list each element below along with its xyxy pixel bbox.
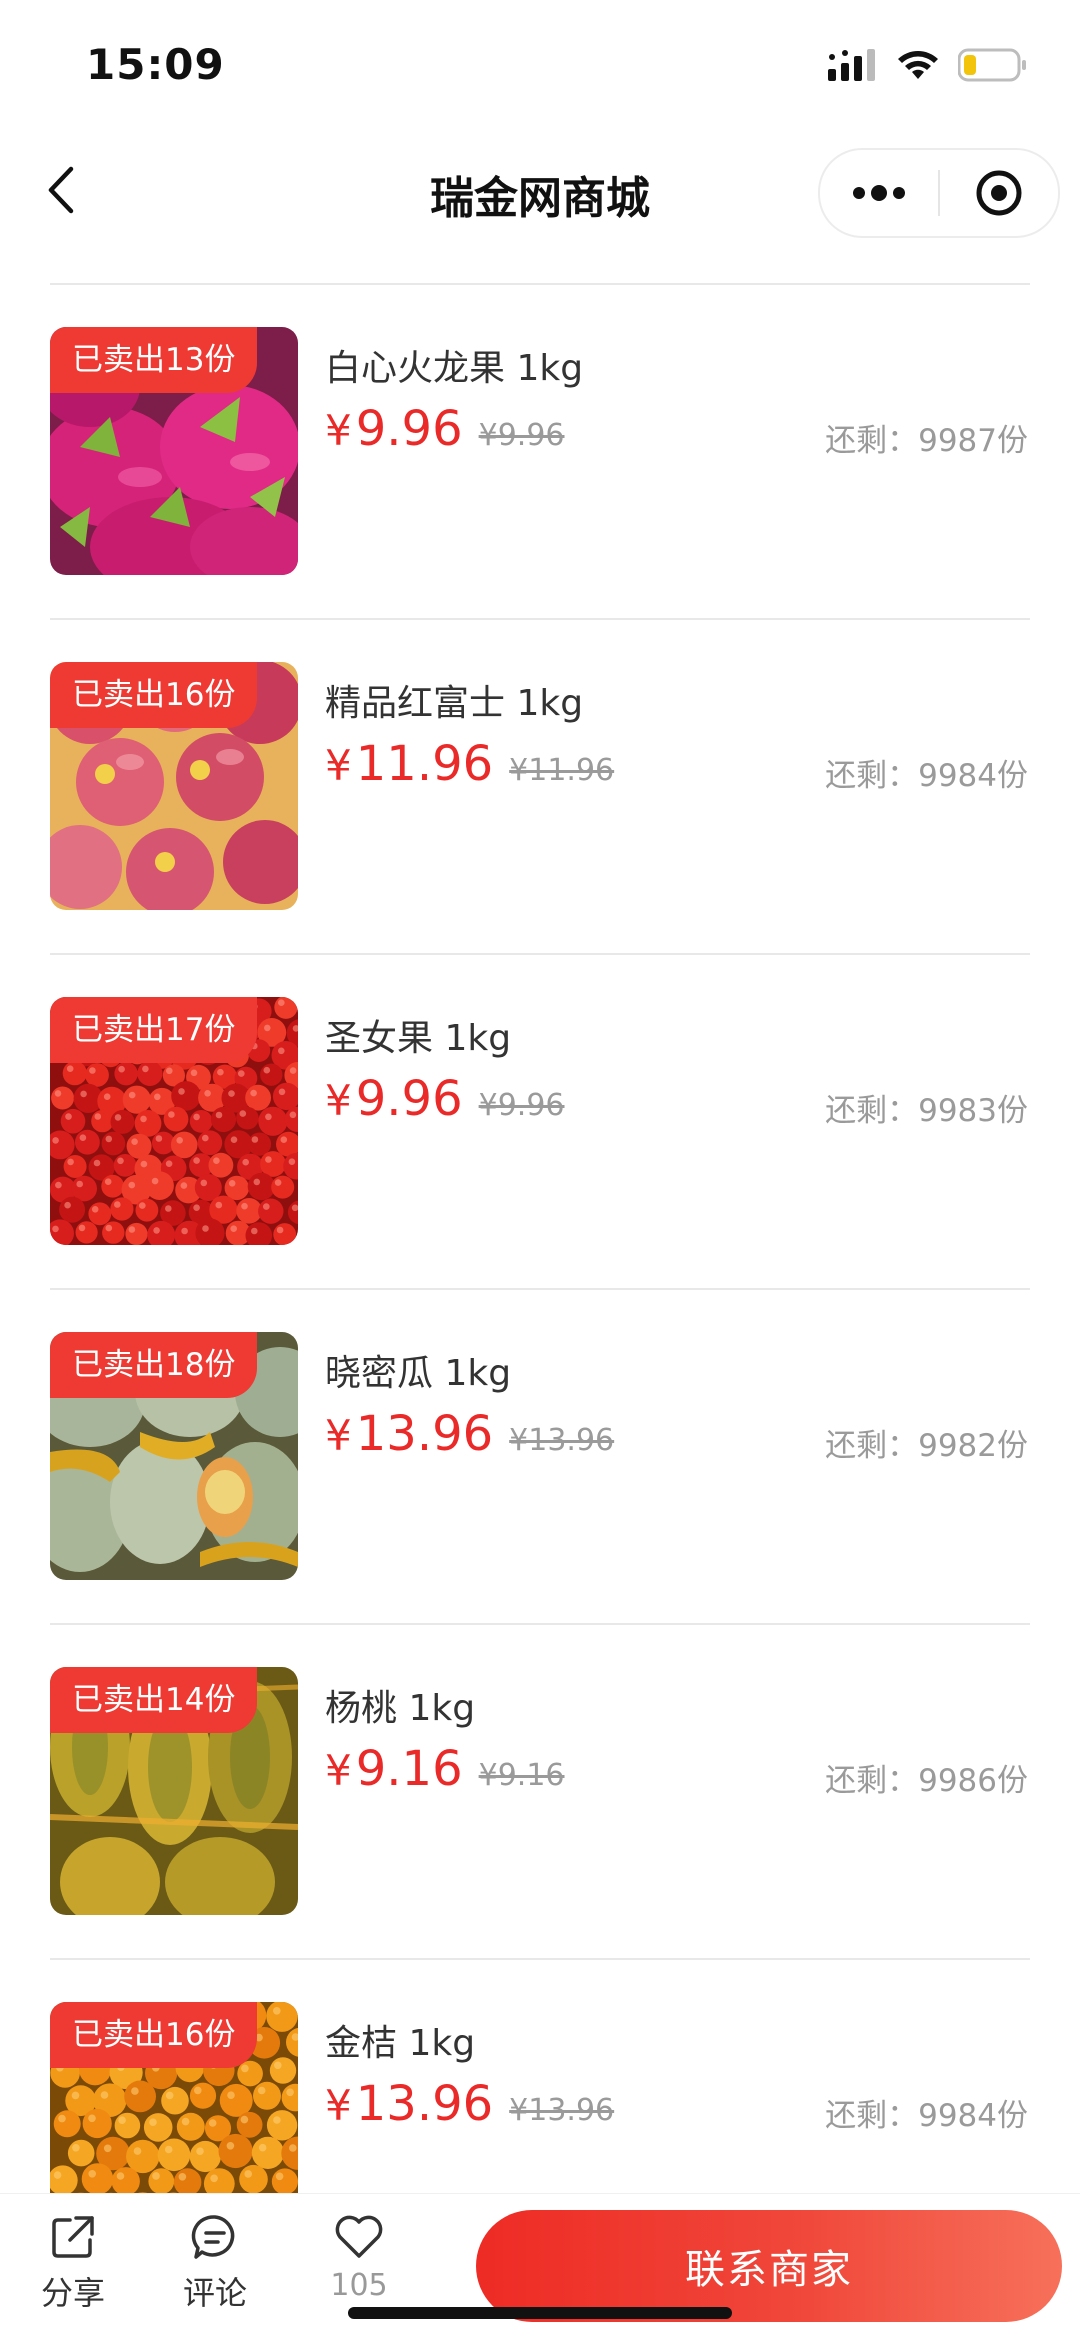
currency-symbol: ¥: [325, 741, 352, 790]
battery-icon: [957, 48, 1028, 86]
product-image-apples: 已卖出16份: [50, 662, 298, 910]
product-item[interactable]: 已卖出14份 杨桃 1kg ¥ 9.16 ¥9.16 还剩：9986份: [50, 1623, 1030, 1958]
mini-program-capsule: [818, 148, 1060, 238]
product-price: 13.96: [355, 1406, 494, 1462]
product-name: 金桔 1kg: [325, 2023, 476, 2064]
sold-count-badge: 已卖出18份: [50, 1332, 258, 1398]
more-dots-icon: [853, 185, 905, 201]
product-price: 9.16: [355, 1741, 463, 1797]
original-price: ¥9.96: [478, 418, 565, 453]
currency-symbol: ¥: [325, 406, 352, 455]
price-row: ¥ 9.16 ¥9.16: [325, 1741, 565, 1797]
contact-merchant-button[interactable]: 联系商家: [476, 2210, 1062, 2322]
status-bar: 15:09: [0, 0, 1080, 130]
heart-icon: [335, 2215, 383, 2258]
product-item[interactable]: 已卖出17份 圣女果 1kg ¥ 9.96 ¥9.96 还剩：9983份: [50, 953, 1030, 1288]
price-row: ¥ 13.96 ¥13.96: [325, 2076, 614, 2132]
share-button[interactable]: 分享: [18, 2212, 128, 2314]
price-row: ¥ 9.96 ¥9.96: [325, 1071, 565, 1127]
target-circle-icon: [976, 170, 1022, 216]
currency-symbol: ¥: [325, 1411, 352, 1460]
product-name: 晓密瓜 1kg: [325, 1353, 512, 1394]
price-row: ¥ 9.96 ¥9.96: [325, 401, 565, 457]
bottom-action-bar: 分享 评论 105 联系商家: [0, 2193, 1080, 2337]
remaining-stock: 还剩：9986份: [825, 1763, 1028, 1799]
currency-symbol: ¥: [325, 1746, 352, 1795]
sold-count-badge: 已卖出13份: [50, 327, 258, 393]
product-image-melons: 已卖出18份: [50, 1332, 298, 1580]
product-price: 13.96: [355, 2076, 494, 2132]
product-item[interactable]: 已卖出13份 白心火龙果 1kg ¥ 9.96 ¥9.96 还剩：9987份: [50, 283, 1030, 618]
original-price: ¥11.96: [509, 753, 615, 788]
product-name: 精品红富士 1kg: [325, 683, 584, 724]
comment-icon: [191, 2215, 235, 2259]
comment-button[interactable]: 评论: [160, 2212, 270, 2314]
original-price: ¥13.96: [509, 1423, 615, 1458]
product-list: 已卖出13份 白心火龙果 1kg ¥ 9.96 ¥9.96 还剩：9987份 已…: [50, 283, 1030, 2293]
remaining-stock: 还剩：9982份: [825, 1428, 1028, 1464]
original-price: ¥9.16: [478, 1758, 565, 1793]
close-mini-program-button[interactable]: [940, 150, 1058, 236]
product-image-star-fruit: 已卖出14份: [50, 1667, 298, 1915]
status-time: 15:09: [86, 40, 225, 89]
wifi-icon: [896, 49, 940, 85]
product-item[interactable]: 已卖出16份 精品红富士 1kg ¥ 11.96 ¥11.96 还剩：9984份: [50, 618, 1030, 953]
product-item[interactable]: 已卖出18份 晓密瓜 1kg ¥ 13.96 ¥13.96 还剩：9982份: [50, 1288, 1030, 1623]
like-count: 105: [330, 2268, 388, 2303]
share-label: 分享: [40, 2274, 105, 2312]
remaining-stock: 还剩：9984份: [825, 2098, 1028, 2134]
product-image-dragon-fruit: 已卖出13份: [50, 327, 298, 575]
cellular-signal-icon: [828, 49, 878, 85]
screen: 15:09 瑞金网商城 已卖出13份 白心火龙果 1kg ¥ 9.96 ¥9.9…: [0, 0, 1080, 2337]
currency-symbol: ¥: [325, 1076, 352, 1125]
home-indicator: [348, 2307, 732, 2319]
comment-label: 评论: [182, 2274, 247, 2312]
like-button[interactable]: 105: [304, 2212, 414, 2303]
sold-count-badge: 已卖出14份: [50, 1667, 258, 1733]
currency-symbol: ¥: [325, 2081, 352, 2130]
sold-count-badge: 已卖出16份: [50, 662, 258, 728]
product-name: 杨桃 1kg: [325, 1688, 476, 1729]
product-price: 9.96: [355, 401, 463, 457]
original-price: ¥13.96: [509, 2093, 615, 2128]
remaining-stock: 还剩：9983份: [825, 1093, 1028, 1129]
product-image-cherry-tomatoes: 已卖出17份: [50, 997, 298, 1245]
sold-count-badge: 已卖出16份: [50, 2002, 258, 2068]
more-button[interactable]: [820, 150, 938, 236]
price-row: ¥ 13.96 ¥13.96: [325, 1406, 614, 1462]
remaining-stock: 还剩：9987份: [825, 423, 1028, 459]
product-name: 白心火龙果 1kg: [325, 348, 584, 389]
remaining-stock: 还剩：9984份: [825, 758, 1028, 794]
share-icon: [52, 2216, 94, 2258]
sold-count-badge: 已卖出17份: [50, 997, 258, 1063]
original-price: ¥9.96: [478, 1088, 565, 1123]
product-name: 圣女果 1kg: [325, 1018, 512, 1059]
nav-bar: 瑞金网商城: [0, 140, 1080, 240]
price-row: ¥ 11.96 ¥11.96: [325, 736, 614, 792]
product-price: 11.96: [355, 736, 494, 792]
product-price: 9.96: [355, 1071, 463, 1127]
status-icons: [828, 48, 1028, 86]
